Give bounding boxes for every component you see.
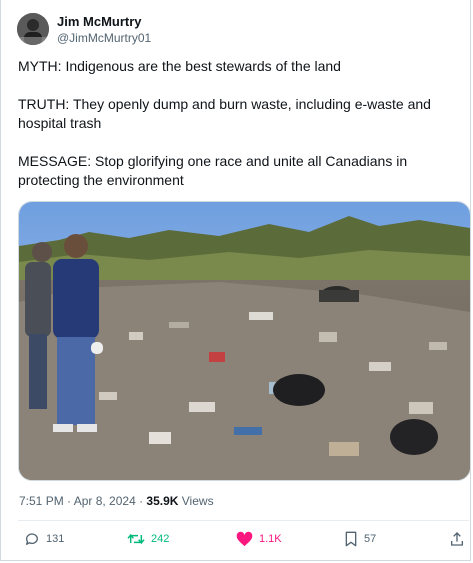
tweet-meta: 7:51 PM · Apr 8, 2024 · 35.9K Views (19, 494, 214, 508)
view-count: 35.9K (146, 494, 179, 508)
tweet-text: MYTH: Indigenous are the best stewards o… (18, 57, 458, 190)
divider (18, 520, 469, 521)
tweet-line-myth: MYTH: Indigenous are the best stewards o… (18, 58, 341, 74)
reply-icon (25, 533, 38, 545)
tweet-line-message: MESSAGE: Stop glorifying one race and un… (18, 153, 412, 188)
tweet-photo[interactable] (18, 201, 471, 481)
tweet-line-truth: TRUTH: They openly dump and burn waste, … (18, 96, 435, 131)
reply-button[interactable]: 131 (24, 531, 64, 547)
share-icon (451, 532, 463, 546)
author-handle[interactable]: @JimMcMurtry01 (57, 31, 151, 45)
landfill-image (19, 202, 470, 480)
views-label: Views (178, 494, 214, 508)
avatar-image (17, 13, 49, 45)
bookmark-count: 57 (364, 533, 377, 545)
author-name[interactable]: Jim McMurtry (57, 14, 142, 29)
like-count: 1.1K (259, 533, 282, 545)
reply-count: 131 (46, 533, 65, 545)
repost-button[interactable]: 242 (127, 531, 169, 547)
avatar[interactable] (17, 13, 49, 45)
repost-icon (127, 533, 145, 545)
heart-icon (236, 531, 253, 547)
repost-count: 242 (151, 533, 170, 545)
share-button[interactable] (450, 531, 464, 547)
like-button[interactable]: 1.1K (236, 531, 282, 547)
bookmark-button[interactable]: 57 (344, 531, 376, 547)
bookmark-icon (345, 531, 357, 547)
timestamp[interactable]: 7:51 PM · Apr 8, 2024 · (19, 494, 146, 508)
